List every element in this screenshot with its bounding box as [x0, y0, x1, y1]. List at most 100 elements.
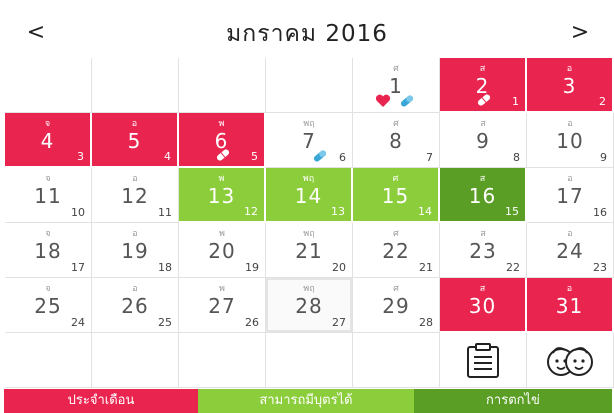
day-number: 20 [208, 239, 236, 263]
weekday-label: จ [45, 174, 51, 184]
day-cell[interactable]: อ 17 16 [527, 168, 614, 223]
cycle-day-number: 26 [245, 316, 259, 329]
weekday-label: ส [479, 284, 486, 294]
weekday-label: อ [566, 64, 573, 74]
empty-cell [179, 333, 266, 388]
cycle-day-number: 25 [158, 316, 172, 329]
weekday-label: อ [131, 119, 138, 129]
day-cell[interactable]: พ 13 12 [179, 168, 266, 223]
day-cell[interactable]: พ 20 19 [179, 223, 266, 278]
cycle-day-number: 8 [513, 151, 520, 164]
weekday-label: ศ [392, 174, 399, 184]
weekday-label: พ [218, 174, 225, 184]
day-cell[interactable]: จ43 [5, 113, 92, 168]
day-cell[interactable]: อ 10 9 [527, 113, 614, 168]
weekday-label: ศ [393, 64, 399, 74]
day-number: 29 [382, 294, 410, 318]
day-cell[interactable]: พฤ 7 6 [266, 113, 353, 168]
day-cell[interactable]: อ 12 11 [92, 168, 179, 223]
cycle-day-number: 18 [158, 261, 172, 274]
day-cell[interactable]: ส9 8 [440, 113, 527, 168]
empty-cell [353, 333, 440, 388]
day-number: 19 [121, 239, 149, 263]
day-number: 9 [476, 129, 490, 153]
day-cell[interactable]: ส 16 15 [440, 168, 527, 223]
weekday-label: พ [219, 284, 225, 294]
day-cell[interactable]: พฤ 21 20 [266, 223, 353, 278]
cycle-day-number: 3 [77, 150, 84, 163]
day-number: 8 [389, 129, 403, 153]
pill-icon [216, 149, 230, 161]
day-cell[interactable]: ส 30 [440, 278, 527, 333]
empty-cell [92, 58, 179, 113]
day-cell[interactable]: จ 25 24 [5, 278, 92, 333]
day-cell[interactable]: อ 26 25 [92, 278, 179, 333]
day-number: 18 [34, 239, 62, 263]
day-number: 24 [556, 239, 584, 263]
cycle-day-number: 20 [332, 261, 346, 274]
weekday-label: ส [480, 229, 486, 239]
day-cell[interactable]: อ 31 [527, 278, 614, 333]
cycle-day-number: 6 [339, 151, 346, 164]
weekday-label: พฤ [303, 229, 315, 239]
cycle-day-number: 14 [418, 205, 432, 218]
weekday-label: จ [44, 119, 51, 129]
day-cell[interactable]: ศ 29 28 [353, 278, 440, 333]
notes-button[interactable] [440, 333, 527, 388]
day-cell[interactable]: ส21 [440, 58, 527, 113]
weekday-label: ศ [393, 119, 399, 129]
day-number: 17 [556, 184, 584, 208]
empty-cell [92, 333, 179, 388]
weekday-label: อ [566, 284, 573, 294]
day-cell[interactable]: อ54 [92, 113, 179, 168]
day-number: 23 [469, 239, 497, 263]
day-cell[interactable]: พฤ 14 13 [266, 168, 353, 223]
cycle-day-number: 23 [593, 261, 607, 274]
baby-button[interactable] [527, 333, 614, 388]
month-title: มกราคม 2016 [226, 21, 388, 47]
day-cell[interactable]: พ 27 26 [179, 278, 266, 333]
day-number: 1 [389, 74, 403, 98]
day-number: 12 [121, 184, 149, 208]
empty-cell [266, 58, 353, 113]
pill-blue-icon [313, 150, 327, 162]
cycle-day-number: 15 [505, 205, 519, 218]
day-cell[interactable]: พ65 [179, 113, 266, 168]
cycle-day-number: 12 [244, 205, 258, 218]
day-number: 25 [34, 294, 62, 318]
cycle-day-number: 7 [426, 151, 433, 164]
weekday-label: ส [479, 64, 486, 74]
day-number: 26 [121, 294, 149, 318]
cycle-day-number: 10 [71, 206, 85, 219]
day-cell[interactable]: ศ 22 21 [353, 223, 440, 278]
legend-period: ประจำเดือน [4, 389, 198, 413]
cycle-day-number: 11 [158, 206, 172, 219]
cycle-day-number: 24 [71, 316, 85, 329]
weekday-label: อ [132, 229, 138, 239]
day-number: 22 [382, 239, 410, 263]
legend-fertile: สามารถมีบุตรได้ [198, 389, 414, 413]
empty-cell [179, 58, 266, 113]
cycle-day-number: 17 [71, 261, 85, 274]
day-cell[interactable]: พฤ 28 27 [266, 278, 353, 333]
empty-cell [5, 333, 92, 388]
day-cell[interactable]: อ 19 18 [92, 223, 179, 278]
day-cell[interactable]: ศ8 7 [353, 113, 440, 168]
day-cell[interactable]: อ32 [527, 58, 614, 113]
legend: ประจำเดือน สามารถมีบุตรได้ การตกไข่ [0, 389, 614, 413]
calendar-grid: ศ 1 ส 2 1 อ 3 2 จ 4 3 อ 5 4 พ 6 5 พฤ 7 6 ศ 8 7 ส 9 8 อ 10 9 จ 11 10 อ 12 1… [5, 58, 614, 390]
day-cell[interactable]: อ 24 23 [527, 223, 614, 278]
day-cell[interactable]: จ 18 17 [5, 223, 92, 278]
day-cell[interactable]: ส 23 22 [440, 223, 527, 278]
pill-blue-icon [400, 95, 414, 107]
day-cell[interactable]: ศ1 [353, 58, 440, 113]
pill-icon [477, 94, 491, 106]
next-month-button[interactable]: > [564, 18, 596, 50]
cycle-day-number: 4 [164, 150, 171, 163]
cycle-day-number: 22 [506, 261, 520, 274]
cycle-day-number: 21 [419, 261, 433, 274]
weekday-label: ศ [393, 284, 399, 294]
day-cell[interactable]: ศ 15 14 [353, 168, 440, 223]
weekday-label: จ [45, 284, 51, 294]
day-cell[interactable]: จ 11 10 [5, 168, 92, 223]
